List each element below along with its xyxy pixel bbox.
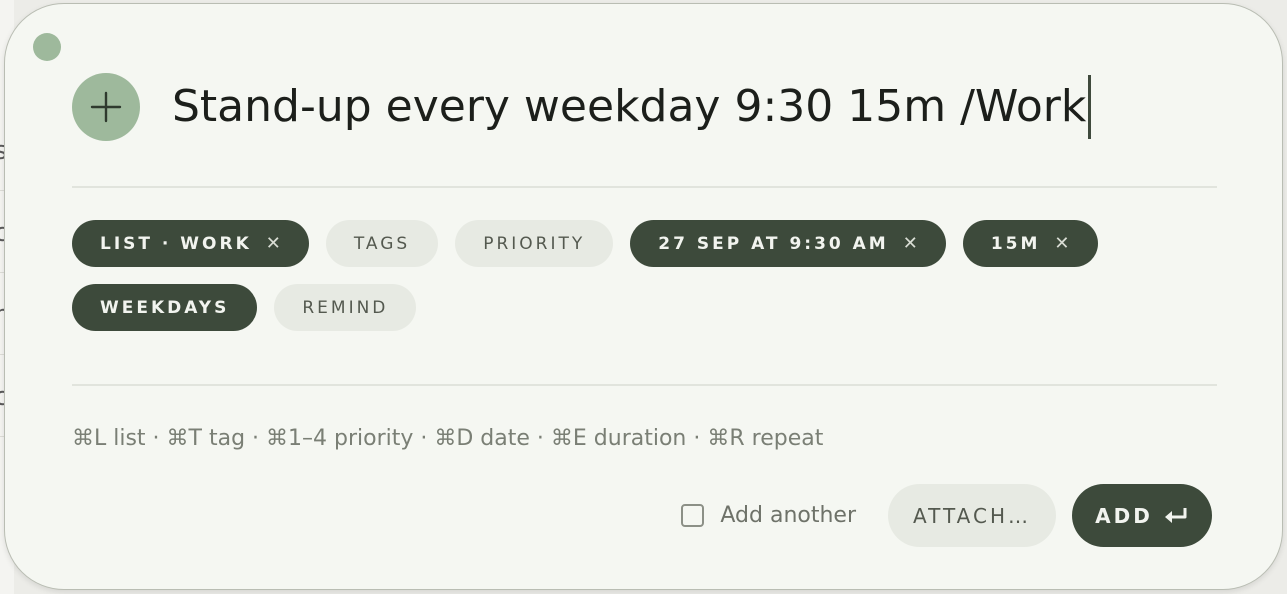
chip-row: WEEKDAYS REMIND: [72, 284, 1222, 331]
chip-remind[interactable]: REMIND: [274, 284, 417, 331]
plus-icon: [90, 91, 122, 123]
quick-add-panel: Stand-up every weekday 9:30 15m /Work LI…: [4, 3, 1283, 590]
add-task-button[interactable]: [72, 73, 140, 141]
enter-return-icon: [1163, 506, 1189, 526]
task-input[interactable]: Stand-up every weekday 9:30 15m /Work: [172, 74, 1092, 140]
shortcuts-hint: ⌘L list · ⌘T tag · ⌘1–4 priority · ⌘D da…: [72, 426, 824, 451]
chip-tags[interactable]: TAGS: [325, 220, 439, 267]
remove-chip-icon[interactable]: ✕: [1054, 233, 1069, 254]
task-input-text: Stand-up every weekday 9:30 15m /Work: [172, 81, 1087, 132]
chip-label: WEEKDAYS: [100, 297, 230, 318]
divider: [72, 186, 1217, 188]
text-caret: [1088, 75, 1092, 139]
chip-row: LIST · WORK ✕ TAGS PRIORITY 27 SEP AT 9:30 A…: [72, 220, 1222, 267]
chip-15m[interactable]: 15M ✕: [962, 220, 1098, 267]
chip-weekdays[interactable]: WEEKDAYS: [72, 284, 258, 331]
add-another-toggle[interactable]: Add another: [681, 503, 856, 528]
window-indicator-dot: [33, 33, 61, 61]
chip-label: LIST · WORK: [100, 233, 252, 254]
chip-list-work[interactable]: LIST · WORK ✕: [72, 220, 309, 267]
add-button[interactable]: ADD: [1072, 484, 1212, 547]
remove-chip-icon[interactable]: ✕: [903, 233, 918, 254]
chip-priority[interactable]: PRIORITY: [455, 220, 614, 267]
chip-27-sep-at-9-30-am[interactable]: 27 SEP AT 9:30 AM ✕: [630, 220, 946, 267]
token-chips: LIST · WORK ✕ TAGS PRIORITY 27 SEP AT 9:30 A…: [72, 220, 1222, 348]
chip-label: 27 SEP AT 9:30 AM: [658, 233, 889, 254]
attach-button[interactable]: ATTACH…: [888, 484, 1056, 547]
chip-label: 15M: [990, 233, 1041, 254]
divider: [72, 384, 1217, 386]
remove-chip-icon[interactable]: ✕: [266, 233, 281, 254]
footer-actions: Add another ATTACH… ADD: [681, 484, 1212, 547]
add-button-label: ADD: [1095, 503, 1153, 528]
add-another-label: Add another: [720, 503, 856, 528]
attach-button-label: ATTACH…: [913, 503, 1031, 528]
chip-label: TAGS: [353, 233, 411, 254]
chip-label: PRIORITY: [483, 233, 586, 254]
add-another-checkbox[interactable]: [681, 504, 705, 527]
chip-label: REMIND: [302, 297, 389, 318]
